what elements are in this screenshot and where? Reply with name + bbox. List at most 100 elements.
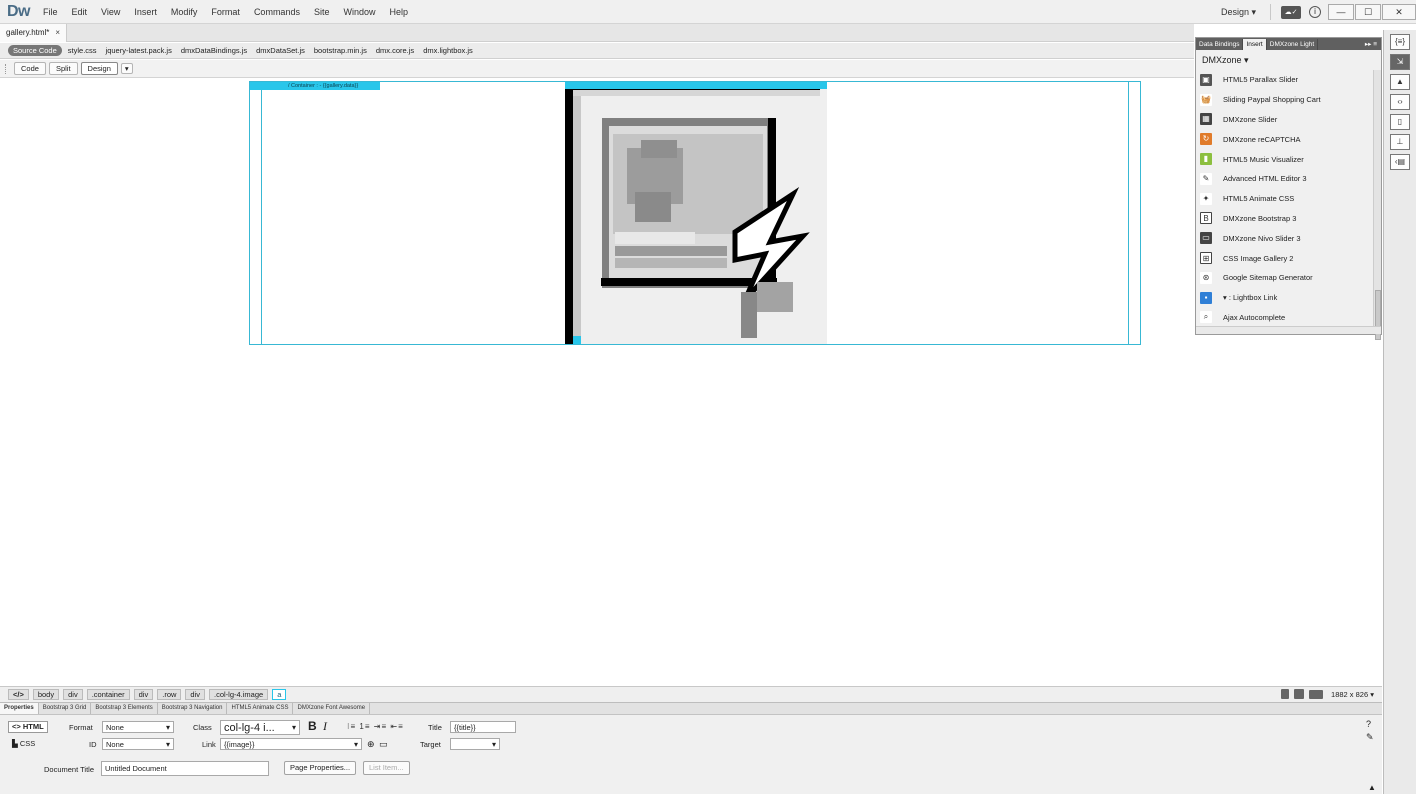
tab-bootstrap-navigation[interactable]: Bootstrap 3 Navigation <box>158 703 228 714</box>
collapse-icon[interactable]: ▲ <box>1368 783 1376 792</box>
image-icon[interactable]: ▲ <box>1390 74 1410 90</box>
insert-item-dmxzone-slider[interactable]: ▦ DMXzone Slider <box>1196 110 1373 130</box>
container-outline[interactable]: / Container : - {{gallery.data}} <box>249 81 1141 345</box>
insert-item-lightbox-link[interactable]: ▪ ▾ : Lightbox Link <box>1196 288 1373 308</box>
tag-div[interactable]: div <box>185 689 205 700</box>
related-file-style-css[interactable]: style.css <box>68 46 97 55</box>
quick-tag-editor-icon[interactable]: ✎ <box>1366 732 1374 743</box>
screen-size-dropdown[interactable]: 1882 x 826 ▾ <box>1331 690 1374 699</box>
toolbar-grip[interactable] <box>5 63 8 74</box>
maximize-button[interactable]: ☐ <box>1355 4 1381 20</box>
css-mode-button[interactable]: ▙ CSS <box>12 739 35 748</box>
menu-modify[interactable]: Modify <box>164 7 205 17</box>
insert-item-paypal-cart[interactable]: 🧺 Sliding Paypal Shopping Cart <box>1196 90 1373 110</box>
menu-view[interactable]: View <box>94 7 127 17</box>
menu-format[interactable]: Format <box>204 7 247 17</box>
page-properties-button[interactable]: Page Properties... <box>284 761 357 775</box>
list-format-icons[interactable]: ⁝≡ 1≡ ⇥≡ ⇤≡ <box>347 722 404 731</box>
menu-edit[interactable]: Edit <box>65 7 95 17</box>
file-icon[interactable]: ▯ <box>1390 114 1410 130</box>
tab-animate-css[interactable]: HTML5 Animate CSS <box>227 703 294 714</box>
menu-help[interactable]: Help <box>382 7 415 17</box>
bold-button[interactable]: B <box>308 719 317 733</box>
tab-dmxzone-lightbox[interactable]: DMXzone Light <box>1267 38 1319 50</box>
tab-font-awesome[interactable]: DMXzone Font Awesome <box>293 703 371 714</box>
panel-resize-grip[interactable] <box>1196 326 1381 334</box>
tag-col-lg-4-image[interactable]: .col-lg-4.image <box>209 689 269 700</box>
view-dropdown-icon[interactable]: ▾ <box>120 63 133 74</box>
target-select[interactable] <box>450 738 500 750</box>
insert-item-html-editor[interactable]: ✎ Advanced HTML Editor 3 <box>1196 169 1373 189</box>
insert-category-dropdown[interactable]: DMXzone ▾ <box>1196 50 1381 70</box>
desktop-size-icon[interactable] <box>1309 689 1324 699</box>
tab-data-bindings[interactable]: Data Bindings <box>1196 38 1244 50</box>
panel-scrollbar[interactable] <box>1373 70 1381 340</box>
help-icon[interactable]: ? <box>1366 719 1371 729</box>
info-icon[interactable]: i <box>1309 6 1321 18</box>
insert-item-ajax-autocomplete[interactable]: ⌕ Ajax Autocomplete <box>1196 308 1373 328</box>
mobile-size-icon[interactable] <box>1281 689 1290 699</box>
image-placeholder[interactable] <box>565 82 827 344</box>
panel-menu-icon[interactable]: ▸▸ ≡ <box>1361 40 1381 48</box>
dom-tree-icon[interactable]: ⊥ <box>1390 134 1410 150</box>
menu-commands[interactable]: Commands <box>247 7 307 17</box>
code-view-button[interactable]: Code <box>14 62 46 75</box>
tag-body[interactable]: body <box>32 689 60 700</box>
tab-gallery-html[interactable]: gallery.html* × <box>0 24 68 42</box>
tag-div[interactable]: div <box>133 689 154 700</box>
insert-icon[interactable]: ⇲ <box>1390 54 1410 70</box>
code-brackets-icon[interactable]: {≡} <box>1390 34 1410 50</box>
related-file-lightbox[interactable]: dmx.lightbox.js <box>423 46 473 55</box>
related-file-dataset[interactable]: dmxDataSet.js <box>256 46 305 55</box>
browse-folder-icon[interactable]: ▭ <box>379 739 388 750</box>
minimize-button[interactable]: — <box>1328 4 1354 20</box>
code-tag-toggle[interactable]: </> <box>8 689 29 700</box>
design-view-button[interactable]: Design <box>80 62 118 75</box>
format-select[interactable]: None <box>102 721 174 733</box>
tab-bootstrap-elements[interactable]: Bootstrap 3 Elements <box>91 703 158 714</box>
insert-item-music-visualizer[interactable]: ▮ HTML5 Music Visualizer <box>1196 149 1373 169</box>
related-file-jquery[interactable]: jquery-latest.pack.js <box>106 46 172 55</box>
image-selection-handle[interactable] <box>565 82 827 89</box>
container-label[interactable]: / Container : - {{gallery.data}} <box>250 82 380 90</box>
insert-item-nivo-slider[interactable]: ▭ DMXzone Nivo Slider 3 <box>1196 228 1373 248</box>
design-canvas[interactable]: / Container : - {{gallery.data}} <box>0 79 1382 684</box>
document-title-field[interactable]: Untitled Document <box>101 761 269 776</box>
link-field[interactable]: {{image}} <box>220 738 362 750</box>
tab-bootstrap-grid[interactable]: Bootstrap 3 Grid <box>39 703 92 714</box>
italic-button[interactable]: I <box>323 719 327 734</box>
tag-a[interactable]: a <box>272 689 287 700</box>
insert-item-parallax-slider[interactable]: ▣ HTML5 Parallax Slider <box>1196 70 1373 90</box>
tag-div[interactable]: div <box>63 689 83 700</box>
insert-item-bootstrap[interactable]: B DMXzone Bootstrap 3 <box>1196 209 1373 229</box>
list-item-button[interactable]: List Item... <box>363 761 410 775</box>
insert-item-animate-css[interactable]: ✦ HTML5 Animate CSS <box>1196 189 1373 209</box>
sync-settings-icon[interactable]: ☁✓ <box>1281 5 1301 19</box>
snippets-icon[interactable]: ‹▤ <box>1390 154 1410 170</box>
close-button[interactable]: ✕ <box>1382 4 1416 20</box>
insert-item-image-gallery[interactable]: ⊞ CSS Image Gallery 2 <box>1196 248 1373 268</box>
workspace-switcher[interactable]: Design ▾ <box>1221 7 1256 18</box>
class-select[interactable]: col-lg-4 i... <box>220 720 300 735</box>
css-designer-icon[interactable]: ‹› <box>1390 94 1410 110</box>
title-field[interactable]: {{title}} <box>450 721 516 733</box>
close-icon[interactable]: × <box>55 28 60 37</box>
html-mode-button[interactable]: <> HTML <box>8 721 48 733</box>
menu-insert[interactable]: Insert <box>127 7 164 17</box>
id-select[interactable]: None <box>102 738 174 750</box>
source-code-button[interactable]: Source Code <box>8 45 62 56</box>
menu-file[interactable]: File <box>36 7 65 17</box>
related-file-bootstrap[interactable]: bootstrap.min.js <box>314 46 367 55</box>
related-file-dmx-core[interactable]: dmx.core.js <box>376 46 414 55</box>
tab-properties[interactable]: Properties <box>0 703 39 714</box>
tag-row[interactable]: .row <box>157 689 182 700</box>
menu-window[interactable]: Window <box>336 7 382 17</box>
related-file-databindings[interactable]: dmxDataBindings.js <box>181 46 247 55</box>
insert-item-sitemap[interactable]: ⊛ Google Sitemap Generator <box>1196 268 1373 288</box>
insert-item-recaptcha[interactable]: ↻ DMXzone reCAPTCHA <box>1196 129 1373 149</box>
tablet-size-icon[interactable] <box>1294 689 1305 699</box>
menu-site[interactable]: Site <box>307 7 337 17</box>
split-view-button[interactable]: Split <box>48 62 78 75</box>
point-to-file-icon[interactable]: ⊕ <box>367 739 375 750</box>
tag-container[interactable]: .container <box>86 689 130 700</box>
